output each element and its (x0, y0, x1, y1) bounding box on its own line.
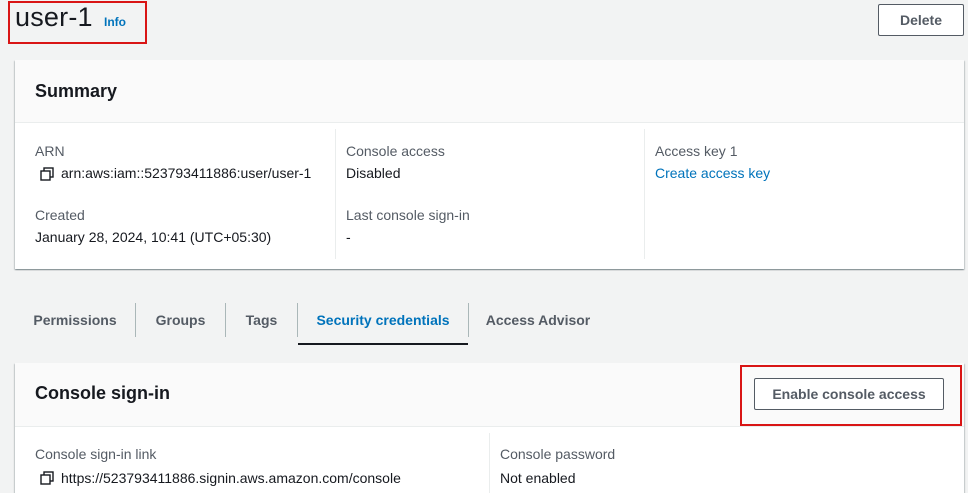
console-password-label: Console password (500, 446, 616, 462)
copy-icon[interactable] (40, 471, 54, 485)
summary-column-2: Console access Disabled Last console sig… (335, 129, 644, 259)
console-link-value: https://523793411886.signin.aws.amazon.c… (61, 470, 401, 486)
console-access-label: Console access (346, 143, 445, 159)
delete-button[interactable]: Delete (878, 4, 964, 36)
create-access-key-link[interactable]: Create access key (655, 165, 770, 181)
created-label: Created (35, 207, 85, 223)
page-header: user-1 Info Delete (0, 0, 968, 58)
tab-bar: Permissions Groups Tags Security credent… (15, 295, 964, 346)
console-access-value: Disabled (346, 165, 401, 181)
created-value: January 28, 2024, 10:41 (UTC+05:30) (35, 229, 272, 245)
tab-groups[interactable]: Groups (136, 295, 225, 345)
summary-header: Summary (15, 60, 964, 123)
console-password-value: Not enabled (500, 470, 576, 486)
arn-value: arn:aws:iam::523793411886:user/user-1 (61, 165, 312, 181)
summary-column-1: ARN arn:aws:iam::523793411886:user/user-… (15, 123, 335, 269)
summary-panel: Summary ARN arn:aws:iam::523793411886:us… (15, 60, 964, 269)
tab-security-credentials[interactable]: Security credentials (298, 295, 468, 345)
tab-tags[interactable]: Tags (226, 295, 297, 345)
copy-icon[interactable] (40, 167, 54, 181)
console-signin-title: Console sign-in (35, 383, 170, 403)
last-signin-value: - (346, 229, 351, 245)
info-link[interactable]: Info (104, 15, 126, 29)
summary-column-3: Access key 1 Create access key (644, 129, 964, 259)
arn-label: ARN (35, 143, 65, 159)
console-column-1: Console sign-in link https://52379341188… (15, 427, 489, 493)
tab-permissions[interactable]: Permissions (15, 295, 135, 345)
access-key-label: Access key 1 (655, 143, 738, 159)
enable-console-access-button[interactable]: Enable console access (754, 378, 944, 410)
summary-title: Summary (35, 81, 118, 101)
console-column-2: Console password Not enabled (489, 433, 964, 493)
last-signin-label: Last console sign-in (346, 207, 470, 223)
active-tab-indicator (298, 343, 468, 345)
console-link-label: Console sign-in link (35, 446, 157, 462)
tab-access-advisor[interactable]: Access Advisor (469, 295, 607, 345)
page-title: user-1 (15, 2, 93, 32)
